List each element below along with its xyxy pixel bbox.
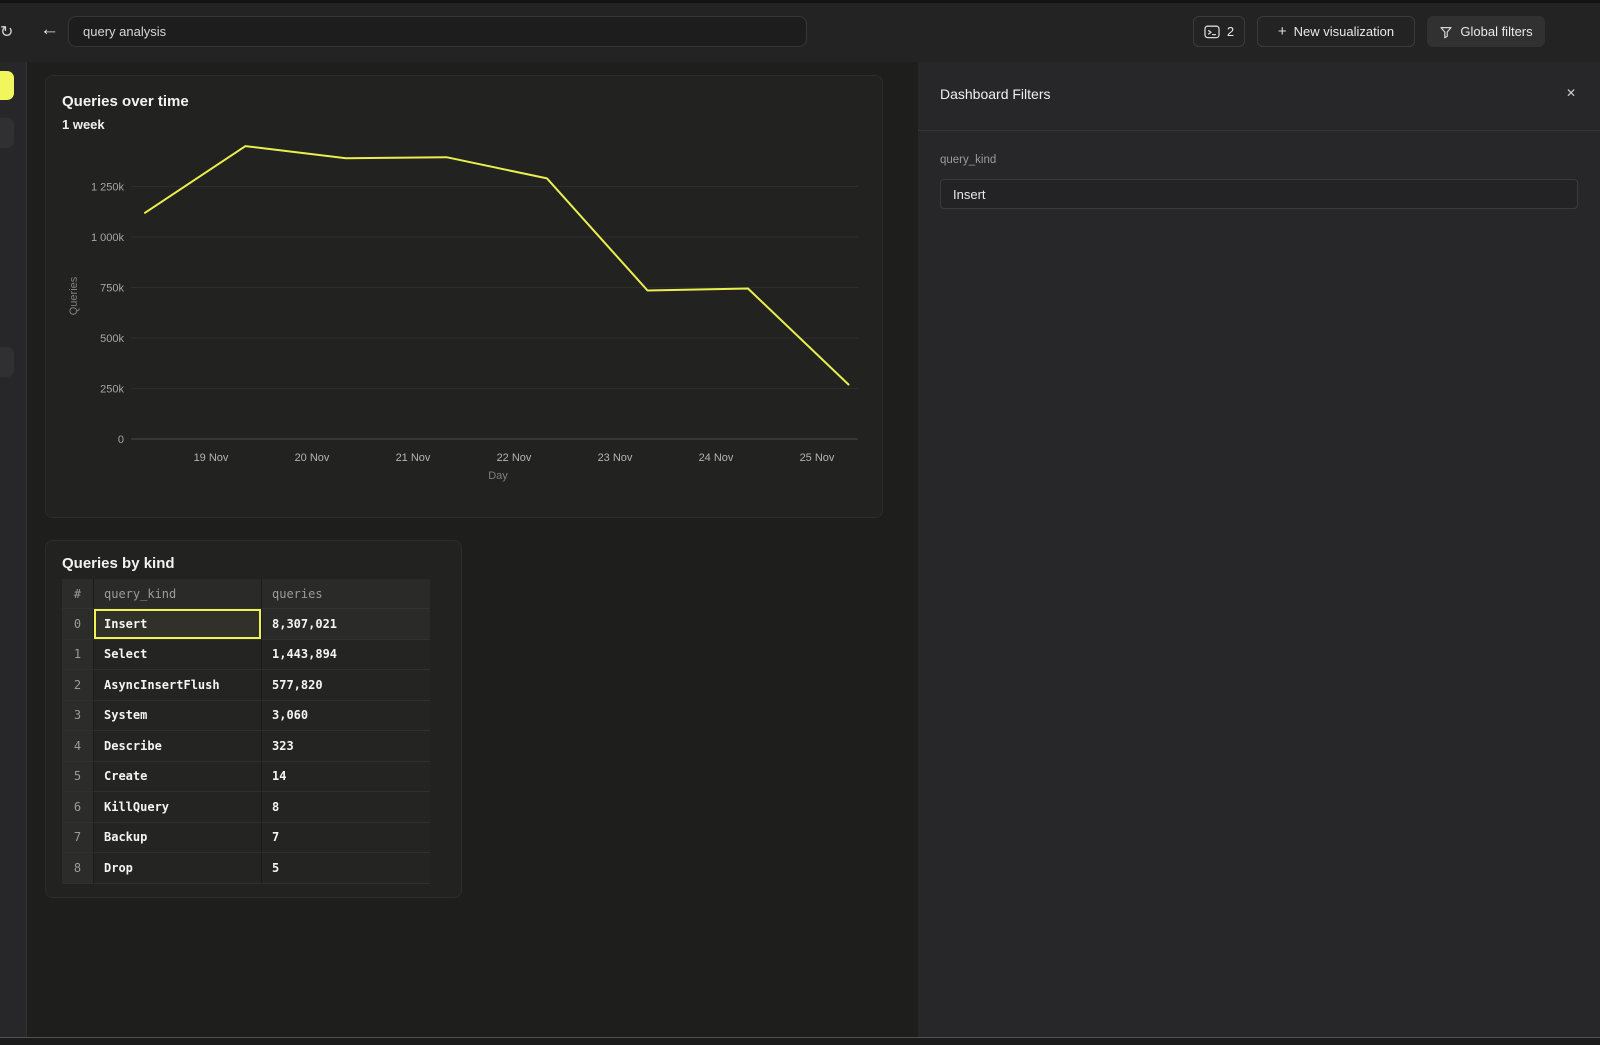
window-bottom-edge: [0, 1037, 1600, 1045]
row-index-cell: 1: [62, 640, 93, 671]
x-tick-label: 22 Nov: [497, 452, 532, 464]
queries-value-cell[interactable]: 14: [261, 762, 430, 793]
table-header-row: #query_kindqueries: [62, 579, 430, 609]
table-row: 8Drop5: [62, 853, 430, 884]
sidebar-item[interactable]: [0, 347, 14, 377]
x-tick-label: 19 Nov: [194, 452, 229, 464]
column-header: queries: [261, 579, 430, 609]
row-index-cell: 2: [62, 670, 93, 701]
queries-value-cell[interactable]: 3,060: [261, 701, 430, 732]
row-index-cell: 8: [62, 853, 93, 884]
table-row: 5Create14: [62, 762, 430, 793]
table-row: 2AsyncInsertFlush577,820: [62, 670, 430, 701]
x-tick-label: 23 Nov: [598, 452, 633, 464]
query-kind-cell[interactable]: Describe: [93, 731, 261, 762]
x-tick-label: 20 Nov: [295, 452, 330, 464]
top-bar: ↻ ← 2 + New visualization Global filters: [0, 0, 1600, 62]
close-icon[interactable]: ✕: [1566, 86, 1576, 100]
global-filters-button[interactable]: Global filters: [1427, 16, 1545, 47]
table-row: 4Describe323: [62, 731, 430, 762]
y-tick-label: 1 000k: [91, 232, 125, 244]
table-row: 3System3,060: [62, 701, 430, 732]
query-kind-cell[interactable]: System: [93, 701, 261, 732]
y-tick-label: 250k: [100, 384, 124, 396]
y-tick-label: 0: [118, 434, 124, 446]
panel-divider: [918, 130, 1600, 131]
y-tick-label: 1 250k: [91, 182, 125, 194]
dashboard-filters-panel: Dashboard Filters ✕ query_kind: [918, 62, 1600, 1037]
filter-funnel-icon: [1439, 25, 1453, 39]
back-arrow-icon[interactable]: ←: [40, 19, 59, 41]
table-card: Queries by kind #query_kindqueries0Inser…: [45, 540, 462, 898]
y-tick-label: 750k: [100, 283, 124, 295]
panel-title: Dashboard Filters: [940, 86, 1051, 102]
new-visualization-label: New visualization: [1294, 24, 1394, 39]
row-index-cell: 6: [62, 792, 93, 823]
query-kind-cell[interactable]: Insert: [93, 609, 261, 640]
query-kind-cell[interactable]: Select: [93, 640, 261, 671]
queries-value-cell[interactable]: 5: [261, 853, 430, 884]
console-count-button[interactable]: 2: [1193, 16, 1245, 47]
table-row: 7Backup7: [62, 823, 430, 854]
row-index-cell: 7: [62, 823, 93, 854]
queries-line-series: [145, 146, 849, 384]
row-index-cell: 5: [62, 762, 93, 793]
query-kind-filter-input[interactable]: [940, 179, 1578, 209]
table-row: 6KillQuery8: [62, 792, 430, 823]
column-header: #: [62, 579, 93, 609]
chart-card: Queries over time 1 week 0250k500k750k1 …: [45, 75, 883, 518]
sidebar-item[interactable]: [0, 118, 14, 148]
console-icon: [1204, 25, 1220, 39]
queries-value-cell[interactable]: 8: [261, 792, 430, 823]
queries-value-cell[interactable]: 323: [261, 731, 430, 762]
row-index-cell: 0: [62, 609, 93, 640]
row-index-cell: 4: [62, 731, 93, 762]
row-index-cell: 3: [62, 701, 93, 732]
queries-value-cell[interactable]: 8,307,021: [261, 609, 430, 640]
queries-value-cell[interactable]: 1,443,894: [261, 640, 430, 671]
table-row: 0Insert8,307,021: [62, 609, 430, 640]
window-top-edge: [0, 0, 1600, 3]
queries-by-kind-table: #query_kindqueries0Insert8,307,0211Selec…: [62, 579, 430, 884]
x-tick-label: 25 Nov: [800, 452, 835, 464]
sidebar: [0, 62, 27, 1037]
query-kind-cell[interactable]: AsyncInsertFlush: [93, 670, 261, 701]
x-tick-label: 24 Nov: [699, 452, 734, 464]
filter-field-label: query_kind: [940, 154, 996, 166]
app-window: ↻ ← 2 + New visualization Global filters: [0, 0, 1600, 1045]
plus-icon: +: [1278, 23, 1287, 40]
main-area: Queries over time 1 week 0250k500k750k1 …: [28, 62, 918, 1037]
queries-over-time-chart[interactable]: 0 250k 500k 750k 1 000k 1 250k 19 Nov 20 Nov 21 …: [46, 76, 882, 517]
sidebar-item-active[interactable]: [0, 71, 14, 100]
column-header: query_kind: [93, 579, 261, 609]
table-row: 1Select1,443,894: [62, 640, 430, 671]
query-kind-cell[interactable]: KillQuery: [93, 792, 261, 823]
global-filters-label: Global filters: [1460, 24, 1532, 39]
new-visualization-button[interactable]: + New visualization: [1257, 16, 1415, 47]
table-title: Queries by kind: [62, 555, 175, 572]
queries-value-cell[interactable]: 577,820: [261, 670, 430, 701]
y-axis-title: Queries: [68, 276, 80, 315]
queries-value-cell[interactable]: 7: [261, 823, 430, 854]
query-kind-cell[interactable]: Create: [93, 762, 261, 793]
console-count: 2: [1227, 24, 1234, 39]
query-kind-cell[interactable]: Backup: [93, 823, 261, 854]
query-kind-cell[interactable]: Drop: [93, 853, 261, 884]
refresh-icon[interactable]: ↻: [0, 22, 13, 42]
x-axis-title: Day: [488, 470, 508, 482]
dashboard-title-input[interactable]: [68, 16, 807, 47]
x-tick-label: 21 Nov: [396, 452, 431, 464]
y-tick-label: 500k: [100, 333, 124, 345]
